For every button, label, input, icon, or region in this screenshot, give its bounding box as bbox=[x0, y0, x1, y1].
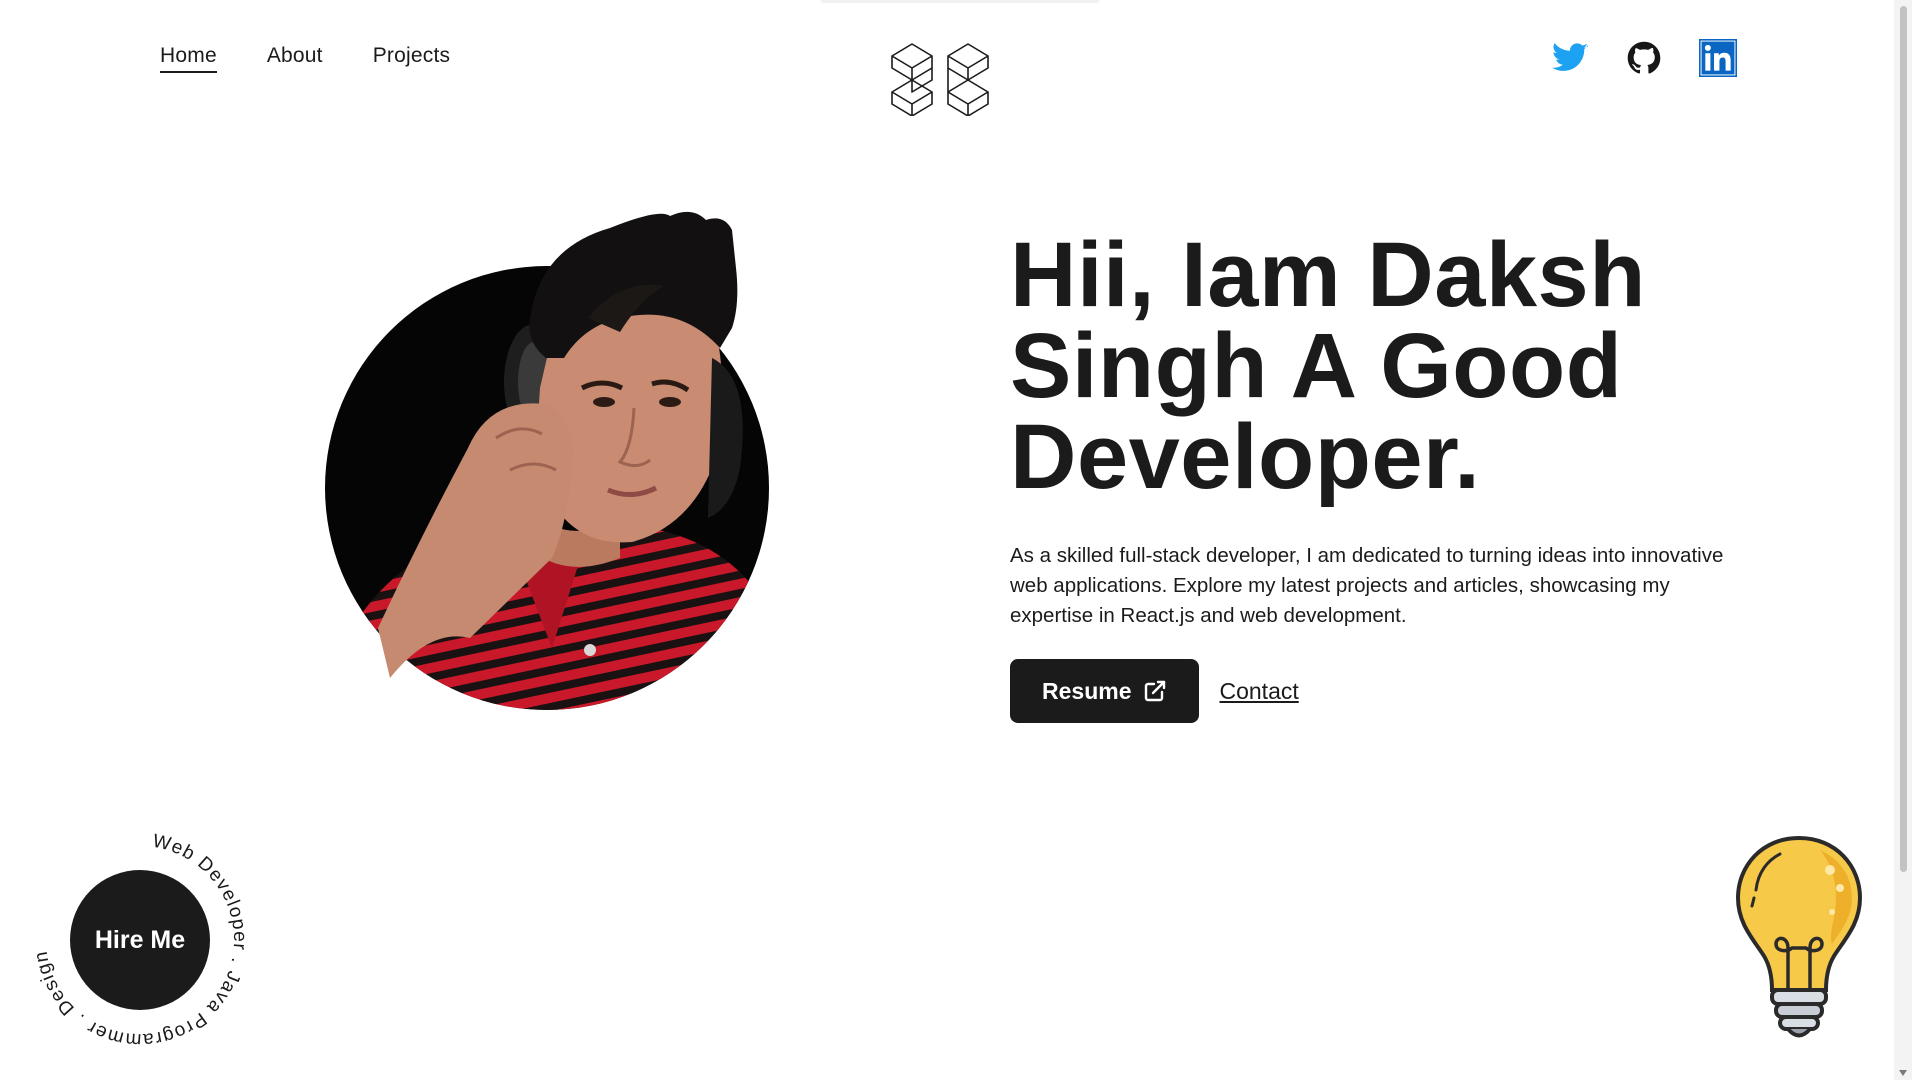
top-navbar: Home About Projects bbox=[0, 0, 1912, 130]
profile-portrait bbox=[325, 211, 769, 710]
hero-actions: Resume Contact bbox=[1010, 659, 1730, 723]
hero-headline: Hii, Iam Daksh Singh A Good Developer. bbox=[1010, 224, 1646, 508]
hero-bio: As a skilled full-stack developer, I am … bbox=[1010, 544, 1724, 627]
nav-link-home[interactable]: Home bbox=[160, 44, 217, 73]
contact-link[interactable]: Contact bbox=[1219, 678, 1298, 705]
nav-links: Home About Projects bbox=[160, 44, 450, 73]
social-links bbox=[1550, 38, 1738, 78]
external-link-icon bbox=[1145, 680, 1166, 702]
resume-button[interactable]: Resume bbox=[1010, 659, 1200, 723]
linkedin-icon[interactable] bbox=[1698, 38, 1738, 78]
hire-me-button[interactable]: Hire Me bbox=[70, 870, 210, 1010]
scroll-down-arrow-icon[interactable] bbox=[1899, 1070, 1907, 1076]
page-scrollbar[interactable] bbox=[1894, 0, 1912, 1080]
resume-label: Resume bbox=[1042, 677, 1132, 704]
scrollbar-thumb[interactable] bbox=[1900, 6, 1907, 872]
hero-text: Hii, Iam Daksh Singh A Good Developer. A… bbox=[1010, 224, 1730, 723]
nav-link-about[interactable]: About bbox=[267, 44, 323, 68]
hire-me-badge: Web Developer . Java Programmer . Design… bbox=[28, 828, 252, 1052]
ds-monogram-logo[interactable] bbox=[888, 42, 992, 116]
nav-link-projects[interactable]: Projects bbox=[373, 44, 450, 68]
lightbulb-icon bbox=[1735, 835, 1863, 1038]
github-icon[interactable] bbox=[1624, 38, 1664, 78]
twitter-icon[interactable] bbox=[1550, 38, 1590, 78]
